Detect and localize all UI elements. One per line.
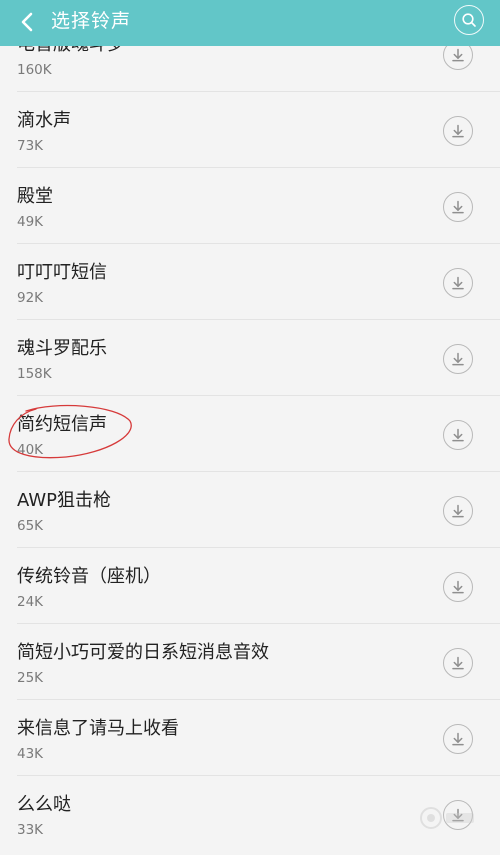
- download-icon: [452, 124, 464, 138]
- ringtone-name: 滴水声: [17, 110, 71, 131]
- download-button[interactable]: [443, 724, 473, 754]
- search-icon: [462, 13, 476, 27]
- ringtone-name: 简短小巧可爱的日系短消息音效: [17, 642, 269, 663]
- download-icon: [452, 580, 464, 594]
- download-button[interactable]: [443, 496, 473, 526]
- download-button[interactable]: [443, 648, 473, 678]
- ringtone-name: 来信息了请马上收看: [17, 718, 179, 739]
- app-header: 选择铃声: [0, 0, 500, 46]
- ringtone-name: AWP狙击枪: [17, 490, 111, 511]
- ringtone-name: 么么哒: [17, 794, 71, 815]
- ringtone-size: 43K: [17, 746, 44, 762]
- ringtone-row[interactable]: 滴水声 73K: [0, 92, 500, 168]
- download-icon: [452, 504, 464, 518]
- ringtone-size: 65K: [17, 518, 44, 534]
- ringtone-name: 传统铃音（座机）: [17, 566, 161, 587]
- download-icon: [452, 808, 464, 822]
- search-button[interactable]: [454, 5, 484, 35]
- ringtone-row[interactable]: 么么哒 33K: [0, 776, 500, 852]
- ringtone-name: 殿堂: [17, 186, 53, 207]
- ringtone-name: 简约短信声: [17, 414, 107, 435]
- download-icon: [452, 48, 464, 62]
- ringtone-row[interactable]: 简约短信声 40K: [0, 396, 500, 472]
- ringtone-row[interactable]: 简短小巧可爱的日系短消息音效 25K: [0, 624, 500, 700]
- download-icon: [452, 276, 464, 290]
- ringtone-size: 49K: [17, 214, 44, 230]
- ringtone-row[interactable]: 魂斗罗配乐 158K: [0, 320, 500, 396]
- ringtone-size: 33K: [17, 822, 44, 838]
- download-button[interactable]: [443, 572, 473, 602]
- ringtone-size: 25K: [17, 670, 44, 686]
- download-button[interactable]: [443, 800, 473, 830]
- ringtone-name: 叮叮叮短信: [17, 262, 107, 283]
- ringtone-size: 73K: [17, 138, 44, 154]
- ringtone-name: 魂斗罗配乐: [17, 338, 107, 359]
- download-icon: [452, 428, 464, 442]
- ringtone-size: 40K: [17, 442, 44, 458]
- ringtone-row[interactable]: 传统铃音（座机） 24K: [0, 548, 500, 624]
- download-button[interactable]: [443, 116, 473, 146]
- download-icon: [452, 732, 464, 746]
- ringtone-row[interactable]: AWP狙击枪 65K: [0, 472, 500, 548]
- chevron-left-icon: [21, 12, 33, 32]
- download-button[interactable]: [443, 192, 473, 222]
- download-icon: [452, 656, 464, 670]
- download-icon: [452, 200, 464, 214]
- page-title: 选择铃声: [51, 10, 132, 32]
- download-button[interactable]: [443, 344, 473, 374]
- download-button[interactable]: [443, 420, 473, 450]
- back-button[interactable]: [12, 6, 44, 38]
- ringtone-size: 24K: [17, 594, 44, 610]
- ringtone-size: 158K: [17, 366, 52, 382]
- ringtone-size: 160K: [17, 62, 52, 78]
- ringtone-size: 92K: [17, 290, 44, 306]
- download-icon: [452, 352, 464, 366]
- download-button[interactable]: [443, 268, 473, 298]
- ringtone-row[interactable]: 殿堂 49K: [0, 168, 500, 244]
- ringtone-row[interactable]: 来信息了请马上收看 43K: [0, 700, 500, 776]
- ringtone-row[interactable]: 叮叮叮短信 92K: [0, 244, 500, 320]
- ringtone-list: 电音版魂斗罗 160K 滴水声 73K 殿堂 49K: [0, 16, 500, 852]
